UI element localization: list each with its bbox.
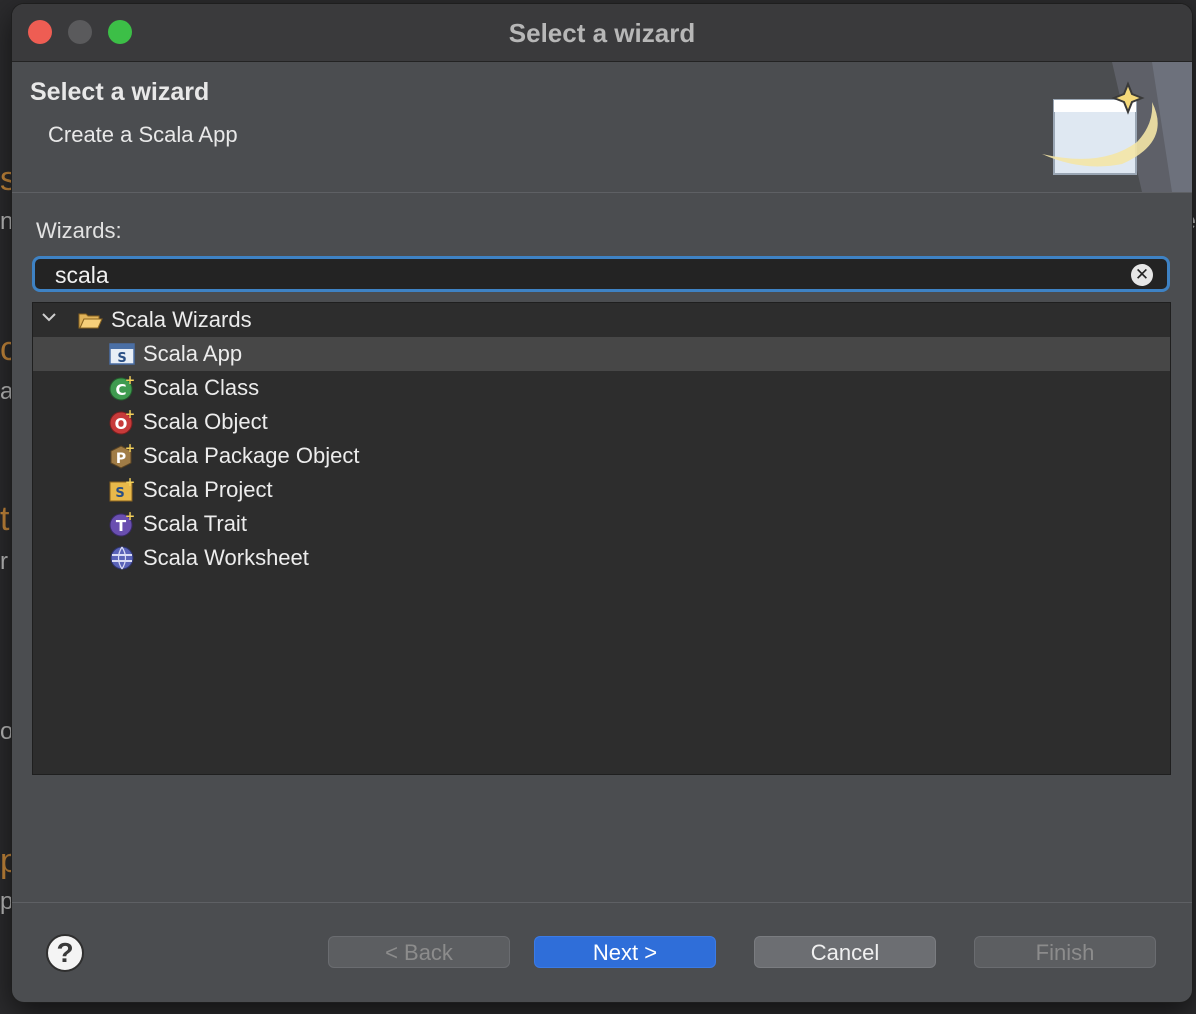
svg-text:S: S <box>115 486 124 501</box>
tree-item-scala-app[interactable]: S Scala App <box>33 337 1170 371</box>
wizard-filter-input[interactable]: scala ✕ <box>32 256 1170 292</box>
next-button[interactable]: Next > <box>534 936 716 968</box>
svg-text:S: S <box>117 351 126 366</box>
folder-open-icon <box>78 313 103 329</box>
tree-item-scala-package-object[interactable]: P + Scala Package Object <box>33 439 1170 473</box>
tree-folder-scala-wizards[interactable]: Scala Wizards <box>33 303 1170 337</box>
scala-project-icon: S + <box>109 477 135 502</box>
tree-item-scala-object[interactable]: O + Scala Object <box>33 405 1170 439</box>
help-icon[interactable]: ? <box>46 934 84 972</box>
page-title: Select a wizard <box>30 78 210 106</box>
tree-item-label: Scala Package Object <box>143 443 360 468</box>
footer-divider <box>12 902 1192 903</box>
tree-item-label: Scala Class <box>143 375 260 400</box>
tree-item-label: Scala Object <box>143 409 268 434</box>
tree-item-scala-class[interactable]: C + Scala Class <box>33 371 1170 405</box>
wizard-tree[interactable]: Scala Wizards S Scala App C + Scala Clas… <box>32 302 1171 775</box>
chevron-down-icon[interactable] <box>39 307 59 327</box>
tree-item-label: Scala Project <box>143 477 273 502</box>
wizards-label: Wizards: <box>36 218 122 243</box>
scala-worksheet-icon <box>110 546 134 570</box>
svg-text:+: + <box>125 375 135 387</box>
wizard-banner-icon <box>1042 62 1192 192</box>
tree-item-scala-worksheet[interactable]: Scala Worksheet <box>33 541 1170 575</box>
scala-class-icon: C + <box>109 375 135 401</box>
tree-item-label: Scala App <box>143 341 243 366</box>
svg-text:+: + <box>125 511 135 523</box>
tree-item-label: Scala Trait <box>143 511 247 536</box>
scala-package-object-icon: P + <box>110 443 135 469</box>
window-title: Select a wizard <box>508 18 696 48</box>
page-description: Create a Scala App <box>48 122 238 147</box>
svg-text:+: + <box>125 409 135 421</box>
tree-item-scala-trait[interactable]: T + Scala Trait <box>33 507 1170 541</box>
wizard-dialog: Select a wizard Select a wizard Create a… <box>12 4 1192 1002</box>
tree-item-scala-project[interactable]: S + Scala Project <box>33 473 1170 507</box>
svg-text:+: + <box>125 443 135 455</box>
background-app-text: t <box>0 500 10 538</box>
title-bar: Select a wizard <box>12 4 1192 62</box>
finish-button[interactable]: Finish <box>974 936 1156 968</box>
clear-circle-icon[interactable]: ✕ <box>1131 264 1153 286</box>
back-button[interactable]: < Back <box>328 936 510 968</box>
tree-folder-label: Scala Wizards <box>111 307 252 332</box>
wizard-header: Select a wizard Create a Scala App <box>12 62 1192 193</box>
svg-text:+: + <box>125 477 135 489</box>
background-app-text: r <box>0 548 8 575</box>
scala-app-icon: S <box>109 343 135 366</box>
scala-trait-icon: T + <box>109 511 135 537</box>
scala-object-icon: O + <box>109 409 135 435</box>
cancel-button[interactable]: Cancel <box>754 936 936 968</box>
tree-item-label: Scala Worksheet <box>143 545 309 570</box>
wizard-filter-value[interactable]: scala <box>55 262 109 289</box>
